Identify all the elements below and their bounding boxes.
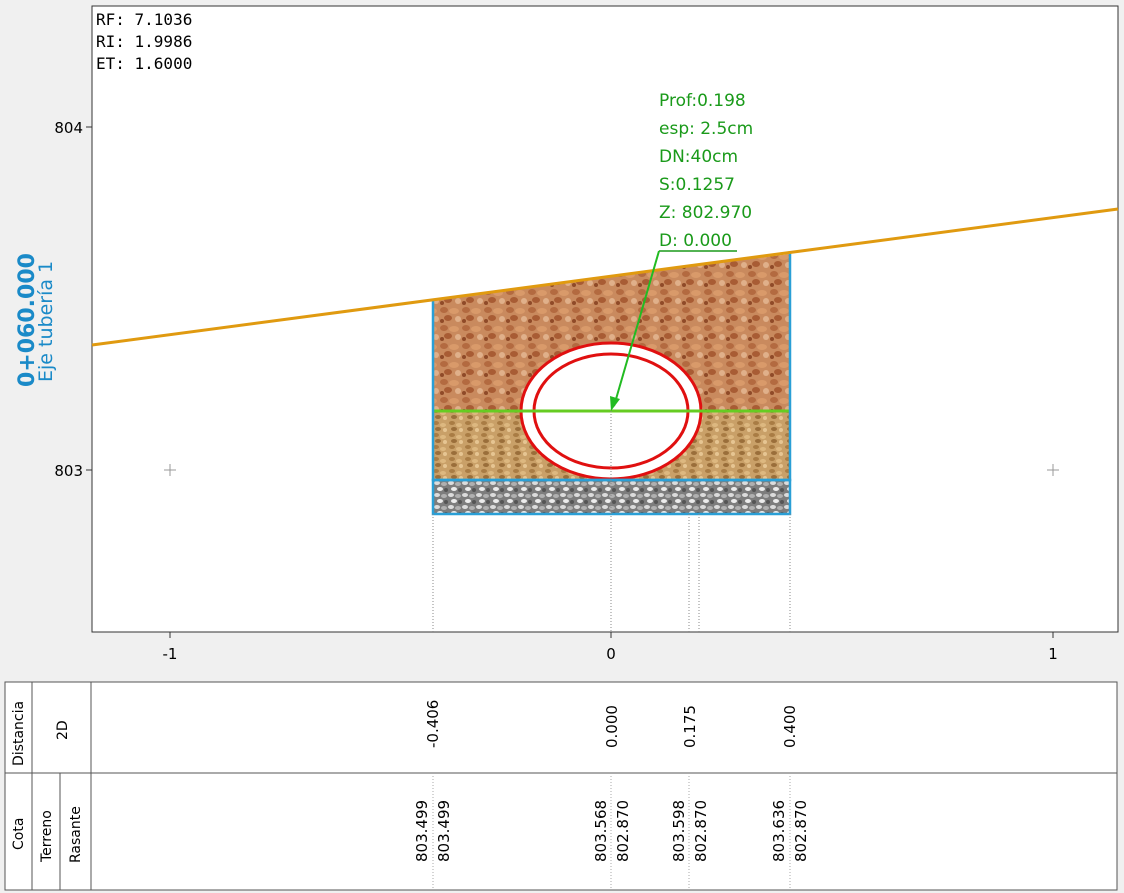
- et-label: ET: 1.6000: [96, 54, 192, 73]
- rasante-header: Rasante: [68, 806, 84, 863]
- rasante-value: 802.870: [792, 800, 810, 862]
- x-tick-label: 0: [606, 645, 616, 663]
- y-tick-label: 804: [54, 119, 83, 137]
- y-tick-label: 803: [54, 462, 83, 480]
- rasante-value: 802.870: [614, 800, 632, 862]
- pipe-prof: Prof:0.198: [659, 91, 746, 111]
- rasante-value: 803.499: [435, 800, 453, 862]
- pipe-slope: S:0.1257: [659, 175, 735, 195]
- terreno-value: 803.499: [413, 800, 431, 862]
- distance-value: 0.175: [681, 705, 699, 748]
- terreno-header: Terreno: [39, 810, 55, 863]
- rf-label: RF: 7.1036: [96, 10, 192, 29]
- terreno-value: 803.568: [592, 800, 610, 862]
- pipe-esp: esp: 2.5cm: [659, 119, 753, 139]
- pipe-dn: DN:40cm: [659, 147, 738, 167]
- distance-value: -0.406: [424, 700, 442, 748]
- terreno-value: 803.598: [670, 800, 688, 862]
- ri-label: RI: 1.9986: [96, 32, 192, 51]
- distance-value: 0.000: [603, 705, 621, 748]
- x-tick-label: 1: [1048, 645, 1058, 663]
- cota-header: Cota: [11, 818, 27, 850]
- distancia-header: Distancia: [11, 701, 27, 766]
- pipe-z: Z: 802.970: [659, 203, 752, 223]
- terreno-value: 803.636: [770, 800, 788, 862]
- distance-value: 0.400: [781, 705, 799, 748]
- pipe-d: D: 0.000: [659, 231, 732, 251]
- data-table: [4, 681, 1118, 891]
- axis-name-label: Eje tubería 1: [35, 261, 57, 382]
- x-tick-label: -1: [163, 645, 178, 663]
- rasante-value: 802.870: [692, 800, 710, 862]
- cross-section-viewer: RF: 7.1036 RI: 1.9986 ET: 1.6000 0+060.0…: [4, 5, 1119, 891]
- d2-header: 2D: [55, 720, 71, 740]
- stone-base-layer: [433, 480, 790, 514]
